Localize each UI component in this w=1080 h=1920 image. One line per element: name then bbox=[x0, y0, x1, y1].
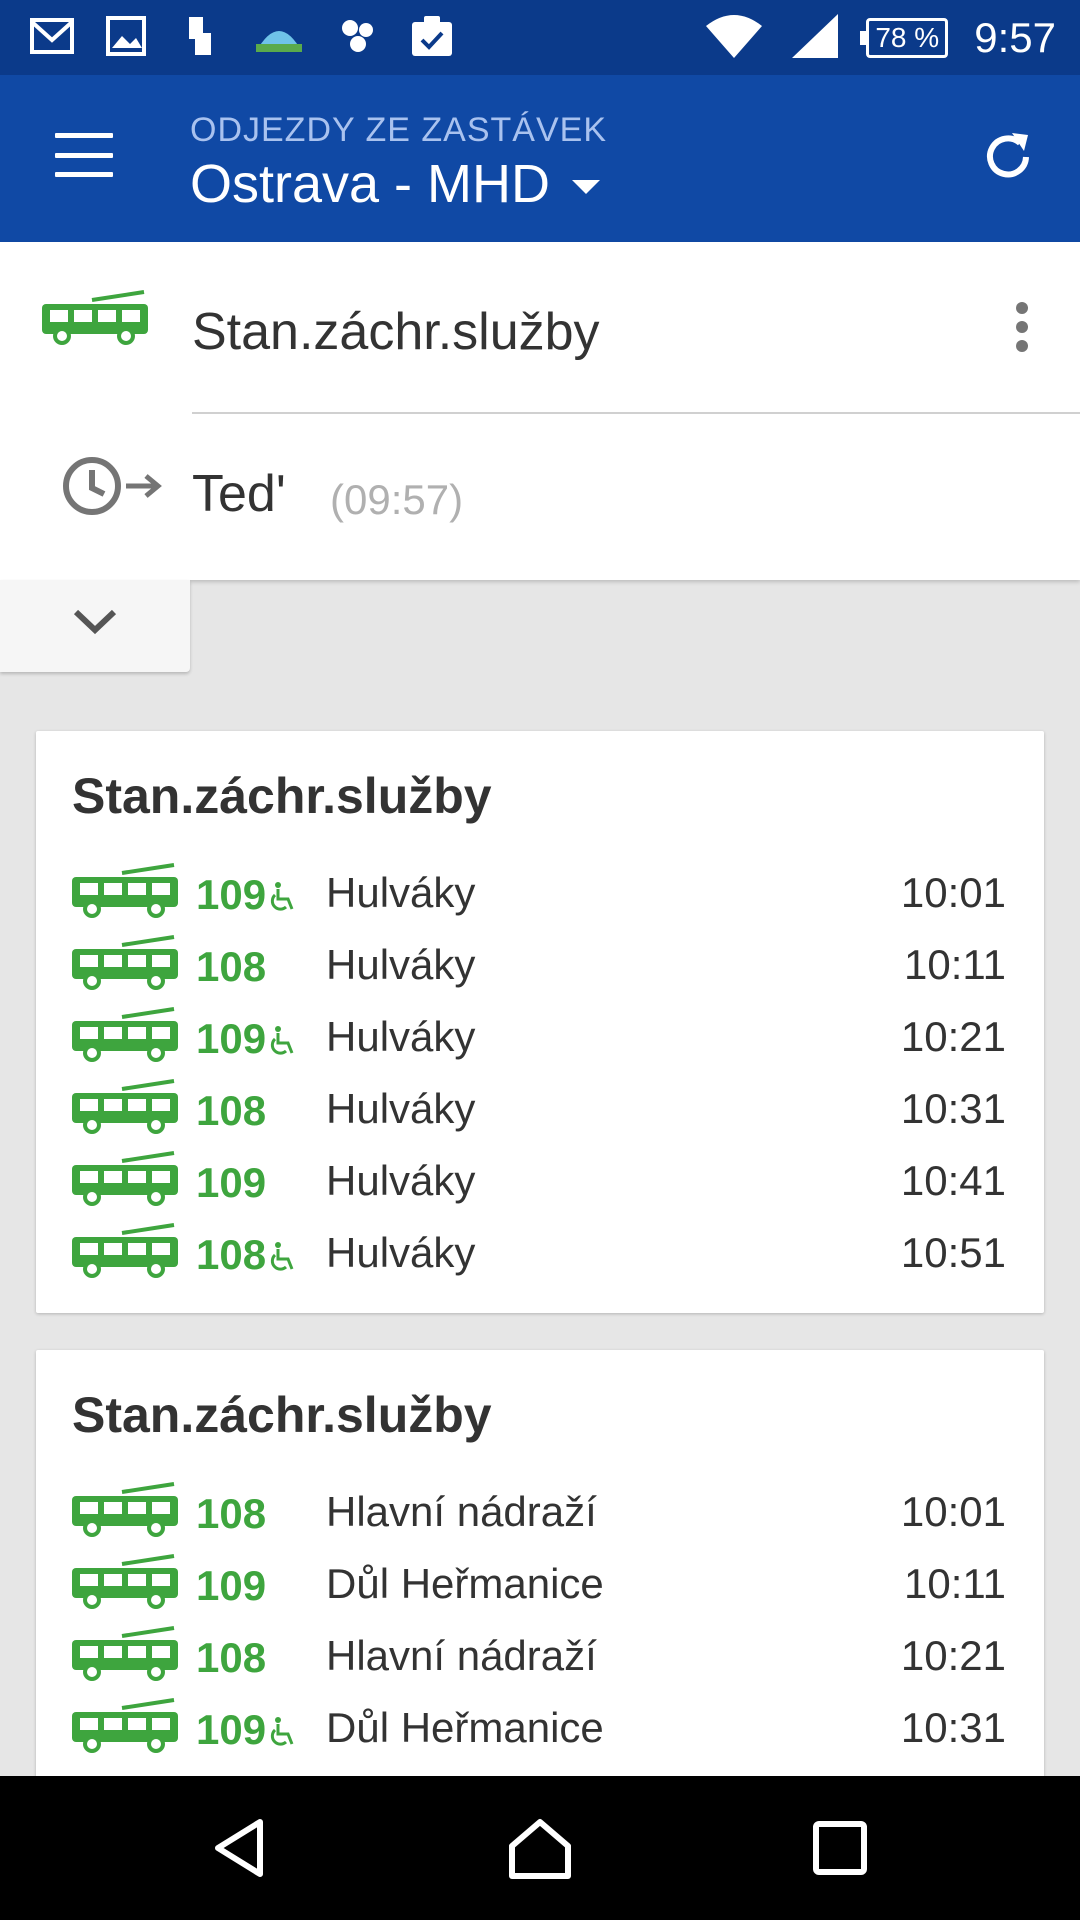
destination: Hulváky bbox=[326, 1157, 476, 1204]
clipboard-check-icon bbox=[410, 14, 454, 58]
departure-time: 10:41 bbox=[900, 1157, 1006, 1204]
departure-time: 10:21 bbox=[900, 1632, 1006, 1679]
destination: Hulváky bbox=[326, 1229, 476, 1276]
departure-time: 10:21 bbox=[900, 1013, 1006, 1060]
app-subtitle: ODJEZDY ZE ZASTÁVEK bbox=[190, 111, 608, 149]
destination: Důl Heřmanice bbox=[326, 1704, 604, 1751]
stop-name: Stan.záchr.služby bbox=[192, 303, 600, 361]
trolleybus-icon bbox=[70, 935, 180, 996]
app-bar: ODJEZDY ZE ZASTÁVEK Ostrava - MHD bbox=[0, 75, 1080, 242]
trolleybus-icon bbox=[70, 1007, 180, 1068]
departure-row[interactable]: 108 Hulváky 10:51 bbox=[36, 1219, 1044, 1291]
signal-icon bbox=[790, 12, 840, 65]
refresh-button[interactable] bbox=[976, 125, 1040, 189]
home-icon bbox=[509, 1819, 571, 1879]
navigation-bar bbox=[0, 1776, 1080, 1920]
departure-row[interactable]: 108 Hlavní nádraží 10:01 bbox=[36, 1478, 1044, 1550]
gmail-icon bbox=[30, 14, 74, 58]
destination: Hlavní nádraží bbox=[326, 1488, 597, 1535]
home-button[interactable] bbox=[508, 1816, 572, 1880]
city-dropdown[interactable]: Ostrava - MHD bbox=[190, 153, 601, 215]
departure-row[interactable]: 109 Důl Heřmanice 10:11 bbox=[36, 1550, 1044, 1622]
wheelchair-icon bbox=[270, 881, 300, 918]
departure-card: Stan.záchr.služby 109 Hulváky 10:01 108 Hulv… bbox=[36, 731, 1044, 1313]
destination: Hulváky bbox=[326, 1013, 476, 1060]
menu-button[interactable] bbox=[55, 133, 113, 177]
departure-time: 10:31 bbox=[900, 1704, 1006, 1751]
menu-icon bbox=[55, 133, 113, 138]
time-label: Ted' bbox=[192, 465, 286, 523]
expand-button[interactable] bbox=[0, 580, 190, 672]
trolleybus-icon bbox=[70, 1223, 180, 1284]
status-bar: 78 % 9:57 bbox=[0, 0, 1080, 75]
wifi-icon bbox=[704, 12, 764, 65]
line-number: 109 bbox=[196, 1015, 267, 1062]
back-button[interactable] bbox=[208, 1816, 272, 1880]
sim-icon bbox=[178, 14, 222, 58]
wheelchair-icon bbox=[270, 1716, 300, 1753]
trolleybus-icon bbox=[70, 1626, 180, 1687]
line-number: 108 bbox=[196, 1634, 267, 1681]
back-icon bbox=[215, 1819, 263, 1877]
line-number: 108 bbox=[196, 943, 267, 990]
dropdown-caret-icon bbox=[572, 180, 601, 194]
line-number: 109 bbox=[196, 1159, 267, 1206]
departure-list: 109 Hulváky 10:01 108 Hulváky 10:11 109 Hulváky… bbox=[36, 859, 1044, 1291]
trolleybus-icon bbox=[70, 1482, 180, 1543]
line-number: 108 bbox=[196, 1087, 267, 1134]
recents-button[interactable] bbox=[808, 1816, 872, 1880]
destination: Hulváky bbox=[326, 869, 476, 916]
battery-indicator: 78 % bbox=[860, 18, 949, 58]
wheelchair-icon bbox=[270, 1025, 300, 1062]
stop-selector[interactable]: Stan.záchr.služby bbox=[0, 242, 1080, 412]
more-options-button[interactable] bbox=[1012, 302, 1032, 352]
destination: Hulváky bbox=[326, 1085, 476, 1132]
trolleybus-icon bbox=[70, 863, 180, 924]
departure-list: 108 Hlavní nádraží 10:01 109 Důl Heřmanice 10… bbox=[36, 1478, 1044, 1766]
departure-row[interactable]: 109 Důl Heřmanice 10:31 bbox=[36, 1694, 1044, 1766]
destination: Důl Heřmanice bbox=[326, 1560, 604, 1607]
status-clock: 9:57 bbox=[974, 14, 1056, 61]
trolleybus-icon bbox=[70, 1079, 180, 1140]
chevron-down-icon bbox=[73, 609, 117, 635]
departure-time: 10:11 bbox=[904, 1560, 1006, 1607]
recents-icon bbox=[813, 1821, 867, 1875]
departure-row[interactable]: 108 Hlavní nádraží 10:21 bbox=[36, 1622, 1044, 1694]
departure-row[interactable]: 108 Hulváky 10:11 bbox=[36, 931, 1044, 1003]
gallery-icon bbox=[104, 14, 148, 58]
weather-icon bbox=[252, 14, 306, 58]
trolleybus-icon bbox=[70, 1554, 180, 1615]
departure-time: 10:01 bbox=[900, 1488, 1006, 1535]
destination: Hulváky bbox=[326, 941, 476, 988]
clock-arrow-icon bbox=[62, 454, 166, 523]
line-number: 108 bbox=[196, 1490, 267, 1537]
trolleybus-icon bbox=[40, 290, 150, 351]
time-value: (09:57) bbox=[330, 476, 464, 523]
card-title: Stan.záchr.služby bbox=[72, 1387, 492, 1443]
destination: Hlavní nádraží bbox=[326, 1632, 597, 1679]
trolleybus-icon bbox=[70, 1151, 180, 1212]
departure-row[interactable]: 109 Hulváky 10:41 bbox=[36, 1147, 1044, 1219]
app-title: Ostrava - MHD bbox=[190, 154, 551, 214]
selector-panel: Stan.záchr.služby Ted' (09:57) bbox=[0, 242, 1080, 580]
card-title: Stan.záchr.služby bbox=[72, 768, 492, 824]
departure-row[interactable]: 108 Hulváky 10:31 bbox=[36, 1075, 1044, 1147]
wheelchair-icon bbox=[270, 1241, 300, 1278]
line-number: 109 bbox=[196, 1706, 267, 1753]
line-number: 109 bbox=[196, 1562, 267, 1609]
departure-time: 10:31 bbox=[900, 1085, 1006, 1132]
departure-time: 10:01 bbox=[900, 869, 1006, 916]
line-number: 109 bbox=[196, 871, 267, 918]
departure-time: 10:11 bbox=[904, 941, 1006, 988]
departure-row[interactable]: 109 Hulváky 10:21 bbox=[36, 1003, 1044, 1075]
departure-row[interactable]: 109 Hulváky 10:01 bbox=[36, 859, 1044, 931]
line-number: 108 bbox=[196, 1231, 267, 1278]
time-selector[interactable]: Ted' (09:57) bbox=[0, 414, 1080, 580]
trolleybus-icon bbox=[70, 1698, 180, 1759]
refresh-icon bbox=[987, 133, 1029, 178]
departure-time: 10:51 bbox=[900, 1229, 1006, 1276]
app-icon bbox=[336, 14, 380, 58]
